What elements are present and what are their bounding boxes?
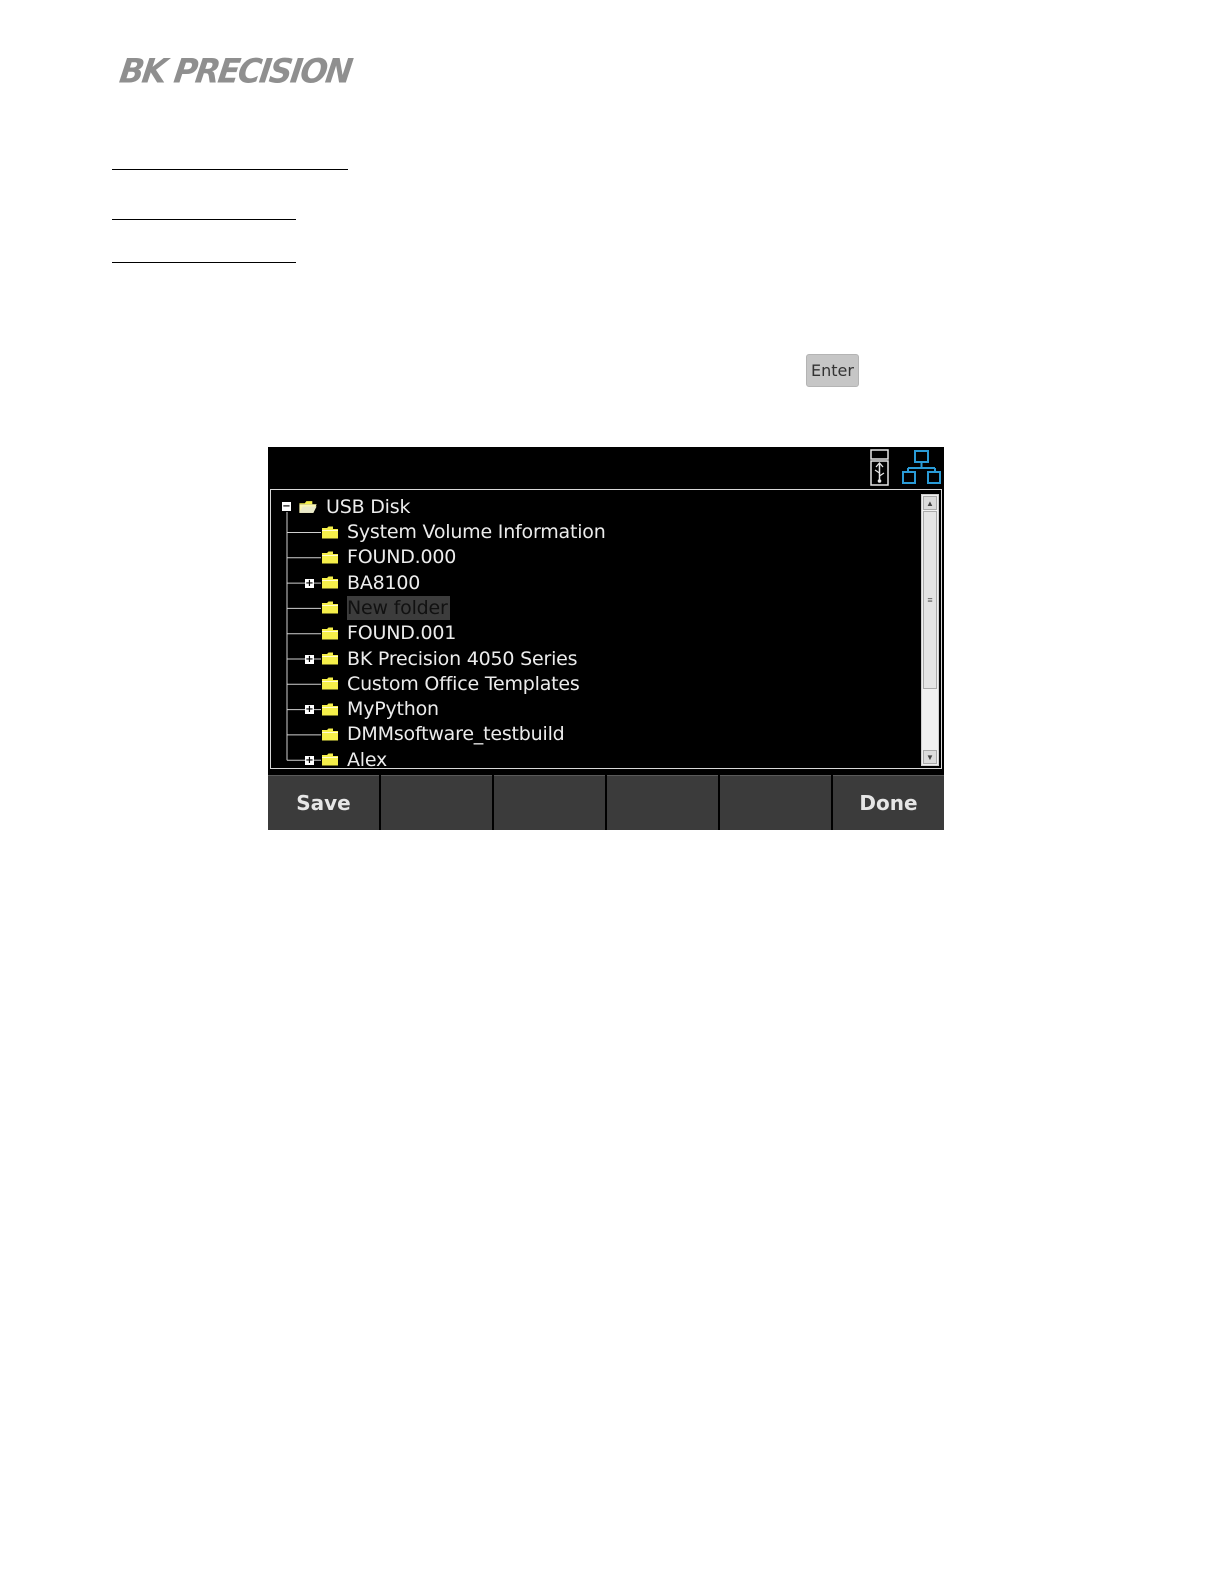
folder-icon — [322, 576, 338, 589]
softkey-4[interactable] — [607, 775, 718, 830]
scroll-up-icon[interactable]: ▲ — [923, 496, 937, 510]
scroll-down-icon[interactable]: ▼ — [923, 750, 937, 764]
save-softkey[interactable]: Save — [268, 775, 379, 830]
done-softkey[interactable]: Done — [833, 775, 944, 830]
tree-folder-item[interactable]: FOUND.001 — [321, 621, 456, 646]
tree-folder-item[interactable]: BK Precision 4050 Series — [321, 646, 578, 671]
enter-key-icon: Enter — [806, 354, 859, 387]
heading-underline-2 — [112, 219, 296, 220]
tree-root-label: USB Disk — [326, 495, 411, 518]
tree-folder-label: Alex — [347, 748, 388, 769]
tree-folder-item[interactable]: MyPython — [321, 697, 439, 722]
heading-underline-1 — [112, 169, 348, 170]
folder-icon — [322, 753, 338, 766]
expand-folder-icon[interactable]: + — [305, 755, 314, 765]
expand-folder-icon[interactable]: + — [305, 578, 314, 588]
folder-icon — [322, 677, 338, 690]
softkey-5[interactable] — [720, 775, 831, 830]
open-folder-icon — [299, 500, 317, 513]
tree-folder-label: System Volume Information — [347, 521, 606, 543]
folder-icon — [322, 652, 338, 665]
tree-folder-label: DMMsoftware_testbuild — [347, 723, 565, 746]
folder-icon — [322, 551, 338, 564]
bk-precision-logo: BK PRECISION — [117, 51, 354, 91]
tree-folder-label: FOUND.000 — [347, 546, 457, 569]
heading-underline-3 — [112, 262, 296, 263]
collapse-root-icon[interactable]: − — [282, 502, 291, 512]
folder-icon — [322, 627, 338, 640]
tree-folder-item[interactable]: Custom Office Templates — [321, 671, 580, 696]
expand-folder-icon[interactable]: + — [305, 654, 314, 664]
tree-folder-label: Custom Office Templates — [347, 672, 580, 695]
tree-folder-label: FOUND.001 — [347, 622, 457, 645]
tree-folder-item[interactable]: BA8100 — [321, 570, 420, 595]
tree-folder-item[interactable]: Alex — [321, 747, 388, 769]
usb-storage-icon — [870, 449, 889, 486]
folder-icon — [322, 601, 338, 614]
tree-folder-label: New folder — [347, 595, 450, 620]
tree-root-disk[interactable]: USB Disk — [297, 494, 410, 519]
tree-folder-label: BK Precision 4050 Series — [347, 647, 578, 670]
expand-folder-icon[interactable]: + — [305, 705, 314, 715]
tree-folder-item[interactable]: FOUND.000 — [321, 545, 456, 570]
tree-folder-item[interactable]: System Volume Information — [321, 520, 606, 545]
vertical-scrollbar[interactable]: ▲ ≡ ▼ — [921, 494, 939, 766]
folder-icon — [322, 703, 338, 716]
file-tree[interactable]: − USB Disk System Volume Information FOUN… — [270, 489, 942, 769]
tree-folder-item[interactable]: DMMsoftware_testbuild — [321, 722, 565, 747]
softkey-3[interactable] — [494, 775, 605, 830]
tree-folder-item[interactable]: New folder — [321, 595, 450, 620]
network-icon — [902, 450, 941, 484]
scroll-thumb[interactable]: ≡ — [923, 511, 937, 689]
status-bar — [268, 447, 944, 489]
tree-folder-label: BA8100 — [347, 571, 421, 594]
instrument-screen: − USB Disk System Volume Information FOUN… — [268, 447, 944, 830]
softkey-bar: Save Done — [268, 775, 944, 830]
folder-icon — [322, 526, 338, 538]
softkey-2[interactable] — [381, 775, 492, 830]
folder-icon — [322, 728, 338, 741]
tree-folder-label: MyPython — [347, 698, 439, 721]
